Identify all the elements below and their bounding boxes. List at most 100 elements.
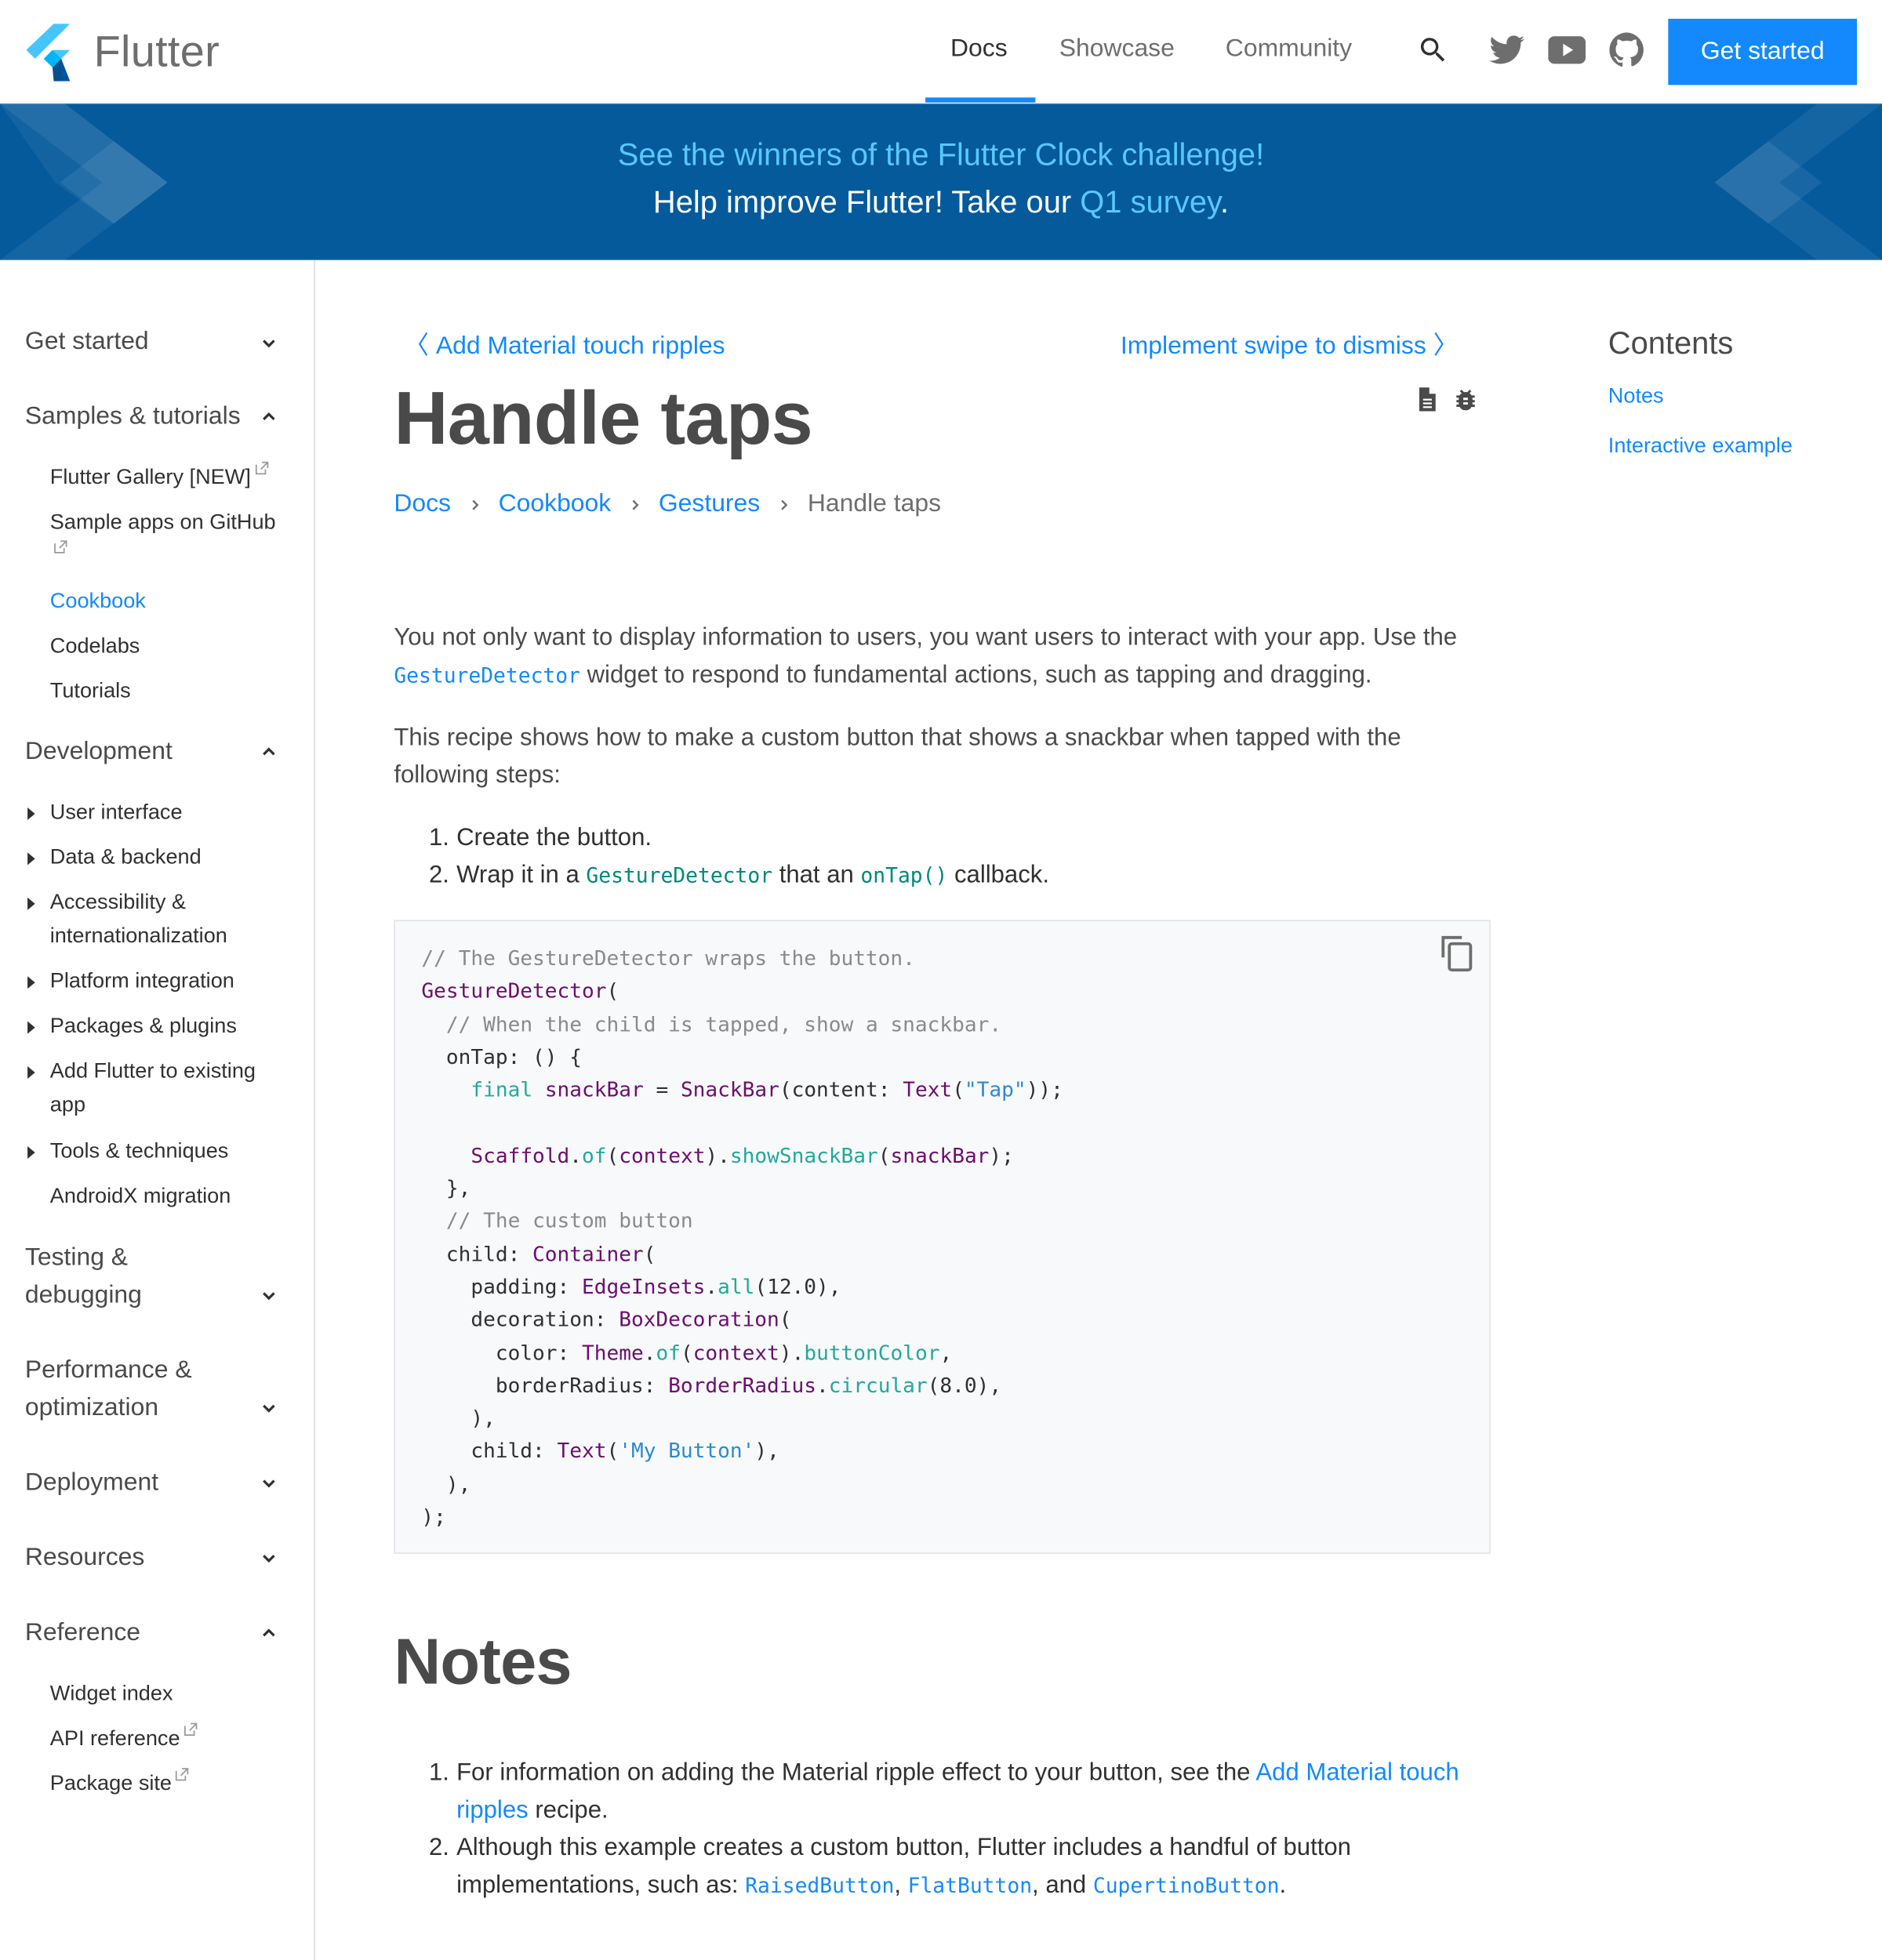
chevron-down-icon[interactable] [256, 1546, 282, 1571]
chevron-up-icon[interactable] [256, 1620, 282, 1645]
sidebar-item-accessibility[interactable]: Accessibility & internationalization [50, 885, 250, 953]
survey-message: Help improve Flutter! Take our Q1 survey… [0, 185, 1882, 221]
page-actions [1415, 387, 1480, 420]
top-navigation-bar: Flutter Docs Showcase Community Get star… [0, 0, 1882, 104]
chevron-down-icon[interactable] [256, 1283, 282, 1308]
code-content[interactable]: // The GestureDetector wraps the button.… [421, 942, 1063, 1534]
nav-docs[interactable]: Docs [950, 35, 1008, 64]
sidebar-item-user-interface[interactable]: User interface [50, 795, 294, 829]
list-item: 1. For information on adding the Material… [429, 1754, 1491, 1829]
sidebar-item-package-site[interactable]: Package site [50, 1766, 294, 1800]
sidebar-section-get-started[interactable]: Get started [25, 322, 288, 360]
logo-text: Flutter [93, 27, 220, 77]
search-button[interactable] [1413, 30, 1453, 70]
gesture-detector-api-link[interactable]: GestureDetector [394, 661, 580, 688]
sidebar-section-samples[interactable]: Samples & tutorials [25, 397, 288, 435]
list-text: callback. [947, 861, 1049, 889]
sidebar-nav: Get started Samples & tutorials Flutter … [0, 260, 315, 1960]
sidebar-item-packages-plugins[interactable]: Packages & plugins [50, 1009, 294, 1043]
toc-title: Contents [1608, 326, 1734, 361]
document-icon [1419, 387, 1436, 412]
flutter-logo-link[interactable]: Flutter [25, 24, 220, 82]
expand-triangle-icon[interactable] [27, 1066, 35, 1079]
nav-community[interactable]: Community [1226, 35, 1352, 64]
survey-link[interactable]: Q1 survey [1080, 185, 1220, 220]
code-block[interactable]: // The GestureDetector wraps the button.… [394, 920, 1491, 1554]
intro-text: You not only want to display information… [394, 623, 1458, 652]
github-link[interactable] [1607, 30, 1647, 70]
chevron-up-icon[interactable] [256, 404, 282, 429]
github-icon [1609, 32, 1644, 67]
active-nav-indicator [925, 97, 1036, 103]
expand-triangle-icon[interactable] [27, 807, 35, 820]
expand-triangle-icon[interactable] [27, 897, 35, 910]
sidebar-item-data-backend[interactable]: Data & backend [50, 840, 294, 873]
flat-button-link[interactable]: FlatButton [908, 1871, 1032, 1899]
sidebar-item-widget-index[interactable]: Widget index [50, 1676, 294, 1710]
chevron-right-icon [626, 495, 643, 513]
bug-icon [1456, 390, 1475, 411]
chevron-down-icon[interactable] [256, 1472, 282, 1497]
sidebar-item-cookbook[interactable]: Cookbook [50, 584, 294, 618]
report-issue-button[interactable] [1451, 387, 1479, 420]
next-page-label: Implement swipe to dismiss [1120, 332, 1426, 361]
inline-code: onTap() [860, 863, 948, 888]
sidebar-item-label: Sample apps on GitHub [49, 510, 276, 534]
sidebar-item-add-to-app[interactable]: Add Flutter to existing app [50, 1054, 275, 1121]
breadcrumb-docs[interactable]: Docs [394, 490, 451, 519]
expand-triangle-icon[interactable] [27, 1021, 35, 1034]
sidebar-item-platform-integration[interactable]: Platform integration [50, 964, 294, 997]
chevron-down-icon[interactable] [256, 1396, 282, 1421]
expand-triangle-icon[interactable] [27, 976, 35, 989]
sidebar-section-deployment[interactable]: Deployment [25, 1464, 288, 1501]
sidebar-item-api-reference[interactable]: API reference [50, 1721, 294, 1755]
external-link-icon [176, 1768, 189, 1781]
youtube-icon [1548, 36, 1586, 64]
next-page-link[interactable]: Implement swipe to dismiss 〉 [1121, 325, 1459, 361]
toc-item-notes[interactable]: Notes [1608, 383, 1664, 408]
sidebar-item-tutorials[interactable]: Tutorials [50, 673, 294, 707]
sidebar-section-reference[interactable]: Reference [25, 1613, 288, 1651]
chevron-up-icon[interactable] [256, 739, 282, 764]
sidebar-section-testing[interactable]: Testing & debugging [25, 1239, 175, 1314]
expand-triangle-icon[interactable] [27, 1146, 35, 1160]
get-started-button[interactable]: Get started [1668, 18, 1858, 85]
sidebar-item-label: Flutter Gallery [NEW] [49, 465, 251, 489]
nav-showcase[interactable]: Showcase [1059, 35, 1175, 64]
sidebar-section-development[interactable]: Development [25, 732, 288, 770]
sidebar-section-resources[interactable]: Resources [25, 1539, 288, 1577]
list-text: Create the button. [456, 823, 652, 851]
sidebar-item-flutter-gallery[interactable]: Flutter Gallery [NEW] [50, 460, 294, 494]
prev-page-label: Add Material touch ripples [435, 332, 725, 361]
list-number: 2. [428, 1833, 449, 1862]
list-text: , [894, 1871, 908, 1899]
chevron-down-icon[interactable] [256, 332, 282, 357]
view-source-button[interactable] [1415, 387, 1440, 420]
notes-list: 1. For information on adding the Material… [429, 1754, 1491, 1905]
sidebar-section-performance[interactable]: Performance & optimization [25, 1352, 225, 1427]
recipe-paragraph: This recipe shows how to make a custom b… [394, 724, 1401, 789]
sidebar-item-sample-apps[interactable]: Sample apps on GitHub [50, 505, 294, 572]
sidebar-item-androidx[interactable]: AndroidX migration [50, 1179, 294, 1213]
sidebar-item-codelabs[interactable]: Codelabs [50, 629, 294, 662]
sidebar-item-tools-techniques[interactable]: Tools & techniques [50, 1134, 294, 1167]
toc-item-interactive-example[interactable]: Interactive example [1608, 434, 1793, 459]
expand-triangle-icon[interactable] [27, 852, 35, 866]
chevron-right-icon [775, 495, 792, 513]
copy-code-button[interactable] [1438, 932, 1478, 972]
prev-page-link[interactable]: 〈 Add Material touch ripples [404, 325, 725, 361]
youtube-link[interactable] [1547, 30, 1587, 70]
copy-icon [1441, 935, 1473, 972]
survey-text: Help improve Flutter! Take our [652, 184, 1081, 220]
flutter-logo-icon [26, 24, 71, 82]
breadcrumb: Docs Cookbook Gestures Handle taps [394, 490, 941, 519]
breadcrumb-cookbook[interactable]: Cookbook [499, 490, 612, 519]
intro-paragraph: You not only want to display information… [394, 619, 1494, 695]
clock-challenge-link[interactable]: See the winners of the Flutter Clock cha… [0, 137, 1882, 173]
external-link-icon [54, 540, 67, 554]
cupertino-button-link[interactable]: CupertinoButton [1093, 1871, 1280, 1899]
raised-button-link[interactable]: RaisedButton [745, 1871, 894, 1899]
twitter-link[interactable] [1487, 30, 1527, 70]
breadcrumb-gestures[interactable]: Gestures [659, 490, 760, 519]
list-text: For information on adding the Material r… [456, 1759, 1256, 1787]
